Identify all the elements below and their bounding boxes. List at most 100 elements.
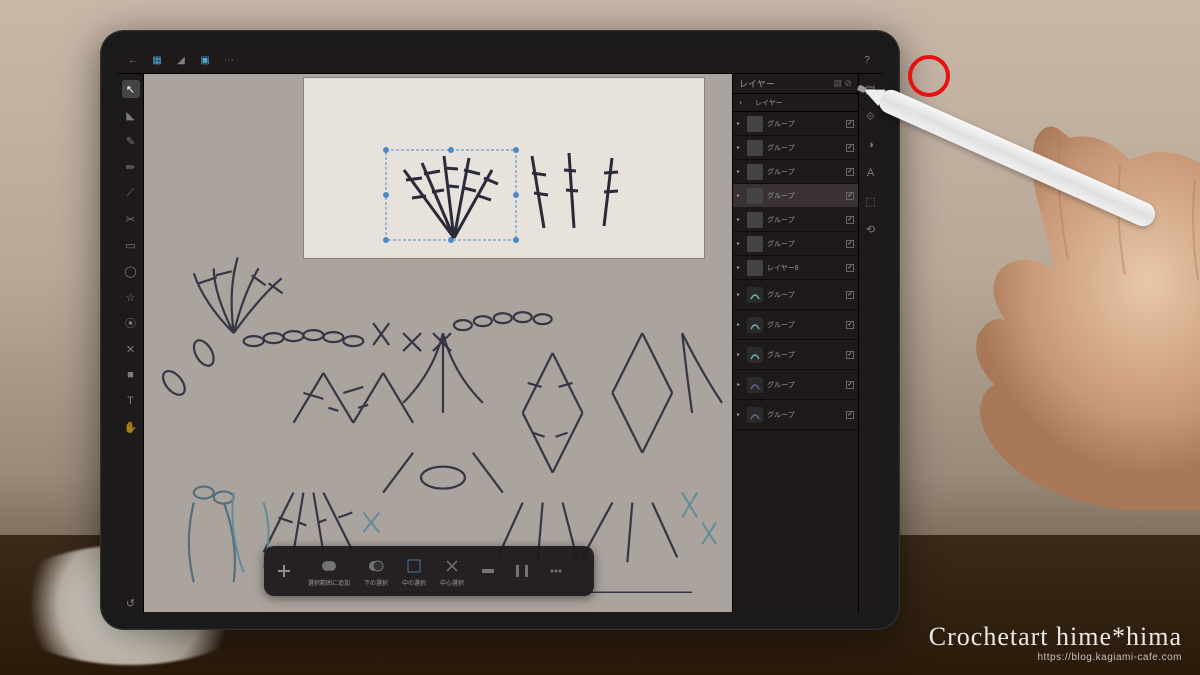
annotation-circle (908, 55, 950, 97)
expand-arrow-icon[interactable]: ▸ (737, 321, 743, 328)
pen-tool-icon[interactable]: ✎ (122, 132, 140, 150)
combine-subtract-icon[interactable] (366, 556, 386, 576)
ipad-device: ← ▦ ◢ ▣ ⋯ ? ↖ ◣ ✎ ✏ ⟋ ✂ ▭ ◯ ☆ ⦿ ✕ ■ T ✋ … (100, 30, 900, 630)
panel-options-icon[interactable]: ▤ ⊘ (833, 78, 852, 89)
help-icon[interactable]: ? (860, 54, 874, 68)
shape-tool-icon[interactable]: ▣ (198, 54, 212, 68)
layers-panel: レイヤー ▤ ⊘ ◐ レイヤー ▸ グループ ▸ グループ ▸ グループ ▸ グループ ▸ グルー… (732, 74, 858, 612)
layer-row[interactable]: ▸ グループ (733, 310, 858, 340)
layer-thumbnail (747, 140, 763, 156)
more-options-icon[interactable] (546, 561, 566, 581)
panel-sub: レイヤー (755, 98, 852, 108)
layer-row[interactable]: ▸ グループ (733, 280, 858, 310)
layer-thumbnail (747, 377, 763, 393)
layer-visibility-checkbox[interactable] (846, 351, 854, 359)
layer-visibility-checkbox[interactable] (846, 411, 854, 419)
layer-visibility-checkbox[interactable] (846, 144, 854, 152)
move-tool-icon[interactable]: ▦ (150, 54, 164, 68)
layer-visibility-checkbox[interactable] (846, 216, 854, 224)
layer-name-label: グループ (767, 410, 842, 420)
canvas[interactable]: 選択範囲に追加 下の選択 中の選択 中心選択 (144, 74, 732, 612)
shape-icon[interactable]: ▭ (122, 236, 140, 254)
layer-visibility-checkbox[interactable] (846, 264, 854, 272)
watermark: Crochetart hime*hima https://blog.kagiam… (929, 622, 1182, 663)
expand-arrow-icon[interactable]: ▸ (737, 291, 743, 298)
more-icon[interactable]: ⋯ (222, 54, 236, 68)
layer-row[interactable]: ▸グループ (733, 184, 858, 208)
node-tool-icon[interactable]: ◢ (174, 54, 188, 68)
layer-name-label: グループ (767, 119, 842, 129)
pencil-tool-icon[interactable]: ✏ (122, 158, 140, 176)
layer-name-label: グループ (767, 143, 842, 153)
layer-row[interactable]: ▸ グループ (733, 232, 858, 256)
layer-name-label: グループ (767, 320, 842, 330)
text-rail-icon[interactable]: A (862, 164, 880, 182)
effects-rail-icon[interactable]: ◑ (862, 136, 880, 154)
expand-arrow-icon[interactable]: ▸ (737, 381, 743, 388)
expand-arrow-icon[interactable]: ▸ (737, 351, 743, 358)
layer-row[interactable]: ▸ グループ (733, 208, 858, 232)
expand-arrow-icon[interactable]: ▸ (737, 192, 743, 199)
square-icon[interactable]: ■ (122, 366, 140, 384)
layer-name-label: グループ (767, 239, 842, 249)
align-icon[interactable] (478, 561, 498, 581)
layer-visibility-checkbox[interactable] (846, 192, 854, 200)
top-toolbar: ← ▦ ◢ ▣ ⋯ ? (118, 48, 882, 74)
add-icon[interactable] (274, 561, 294, 581)
layers-list[interactable]: ▸グループ▸グループ▸グループ▸グループ▸グループ▸グループ▸レイヤー8▸グルー… (733, 112, 858, 612)
layer-thumbnail (747, 317, 763, 333)
xor-icon[interactable]: ✕ (122, 340, 140, 358)
layer-visibility-checkbox[interactable] (846, 381, 854, 389)
expand-arrow-icon[interactable]: ▸ (737, 168, 743, 175)
layer-row[interactable]: ▸ レイヤー8 (733, 256, 858, 280)
layer-row[interactable]: ▸ グループ (733, 136, 858, 160)
layer-row[interactable]: ▸ グループ (733, 112, 858, 136)
layer-row[interactable]: ▸グループ (733, 160, 858, 184)
layer-visibility-checkbox[interactable] (846, 291, 854, 299)
expand-arrow-icon[interactable]: ▸ (737, 144, 743, 151)
layer-name-label: グループ (767, 290, 842, 300)
node-edit-icon[interactable]: ◣ (122, 106, 140, 124)
combine-intersect-icon[interactable] (404, 556, 424, 576)
expand-arrow-icon[interactable]: ▸ (737, 264, 743, 271)
transform-rail-icon[interactable]: ⬚ (862, 192, 880, 210)
ellipse-icon[interactable]: ◯ (122, 262, 140, 280)
history-rail-icon[interactable]: ⟲ (862, 220, 880, 238)
combine-xor-icon[interactable] (442, 556, 462, 576)
layer-thumbnail (747, 287, 763, 303)
layer-name-label: レイヤー8 (767, 263, 842, 273)
expand-arrow-icon[interactable]: ▸ (737, 120, 743, 127)
eyedropper-icon[interactable]: ⦿ (122, 314, 140, 332)
star-icon[interactable]: ☆ (122, 288, 140, 306)
layer-name-label: グループ (767, 380, 842, 390)
layer-visibility-checkbox[interactable] (846, 240, 854, 248)
crop-tool-icon[interactable]: ✂ (122, 210, 140, 228)
layer-name-label: グループ (767, 215, 842, 225)
expand-arrow-icon[interactable]: ▸ (737, 240, 743, 247)
detail-preview (304, 78, 704, 258)
right-rail: ▤ ⟐ ◑ A ⬚ ⟲ (858, 74, 882, 612)
pointer-tool-icon[interactable]: ↖ (122, 80, 140, 98)
combine-union-icon[interactable] (319, 556, 339, 576)
layer-thumbnail (747, 347, 763, 363)
brush-tool-icon[interactable]: ⟋ (122, 184, 140, 202)
expand-arrow-icon[interactable]: ▸ (737, 216, 743, 223)
expand-arrow-icon[interactable]: ▸ (737, 411, 743, 418)
distribute-icon[interactable] (512, 561, 532, 581)
back-icon[interactable]: ← (126, 54, 140, 68)
layer-visibility-checkbox[interactable] (846, 168, 854, 176)
layer-row[interactable]: ▸グループ (733, 340, 858, 370)
text-tool-icon[interactable]: T (122, 392, 140, 410)
undo-icon[interactable]: ↺ (122, 594, 140, 612)
layer-row[interactable]: ▸ グループ (733, 400, 858, 430)
layer-row[interactable]: ▸ グループ (733, 370, 858, 400)
layer-visibility-checkbox[interactable] (846, 120, 854, 128)
panel-title: レイヤー (739, 77, 775, 90)
watermark-title: Crochetart hime*hima (929, 622, 1182, 652)
layer-thumbnail (747, 212, 763, 228)
layer-visibility-checkbox[interactable] (846, 321, 854, 329)
layer-thumbnail (747, 188, 763, 204)
visibility-icon[interactable]: ◐ (739, 98, 749, 108)
adjust-rail-icon[interactable]: ⟐ (862, 108, 880, 126)
hand-tool-icon[interactable]: ✋ (122, 418, 140, 436)
